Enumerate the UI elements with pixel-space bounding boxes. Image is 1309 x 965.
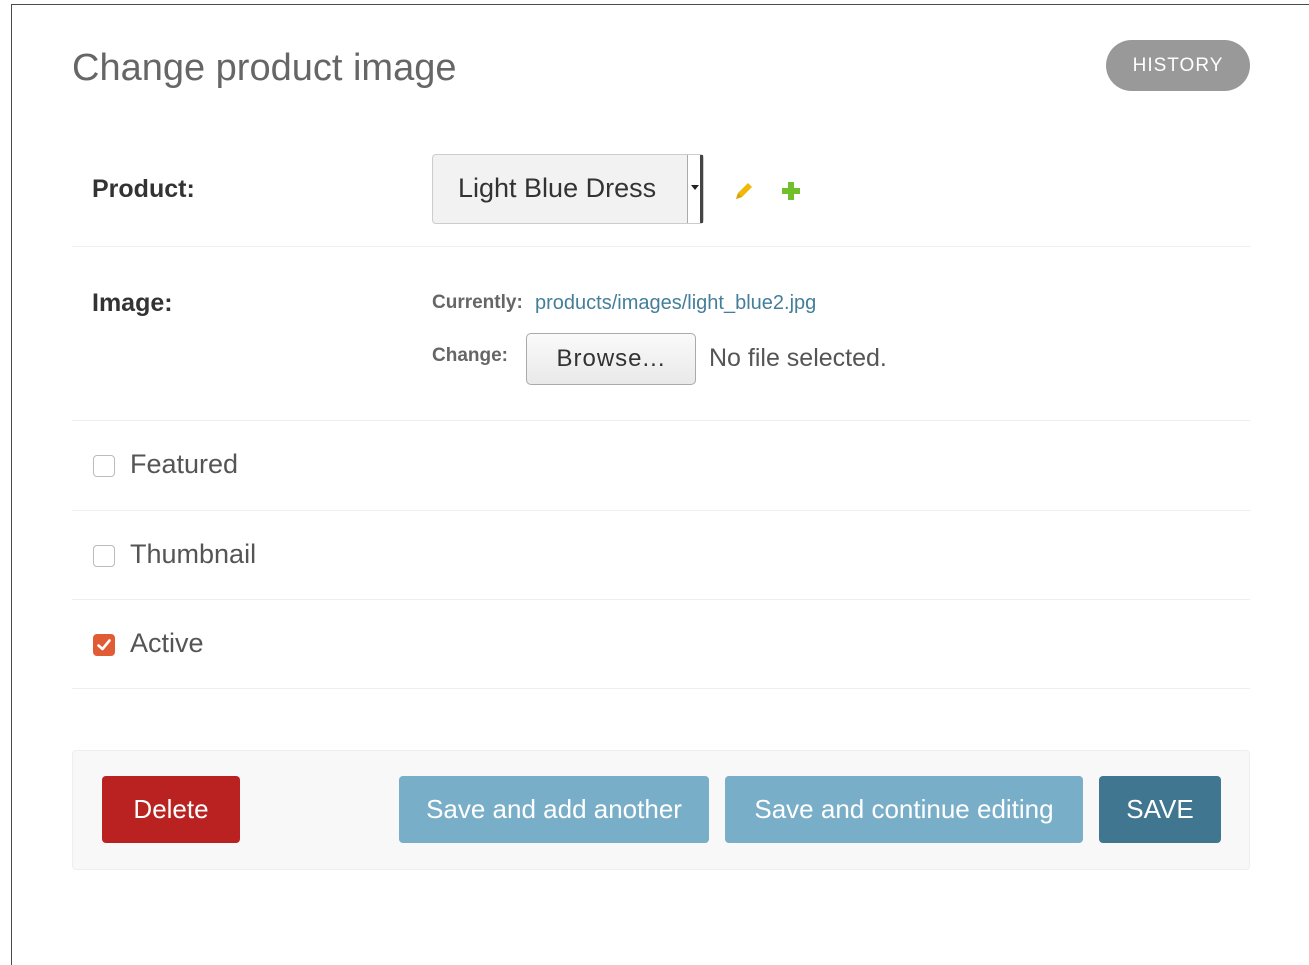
active-checkbox[interactable] [93, 634, 115, 656]
image-label: Image: [92, 289, 173, 317]
thumbnail-label[interactable]: Thumbnail [130, 539, 256, 570]
active-label[interactable]: Active [130, 628, 204, 659]
plus-icon[interactable] [780, 180, 802, 202]
product-label: Product: [92, 175, 195, 203]
product-select-value: Light Blue Dress [458, 173, 657, 203]
currently-label: Currently: [432, 292, 523, 313]
thumbnail-checkbox[interactable] [93, 545, 115, 567]
product-select[interactable]: Light Blue Dress [432, 154, 704, 224]
history-button[interactable]: HISTORY [1106, 40, 1250, 91]
select-arrow-area[interactable] [687, 155, 703, 223]
form-row-product: Product: Light Blue Dress [72, 145, 1250, 247]
no-file-selected-text: No file selected. [709, 344, 887, 372]
page-frame: Change product image HISTORY Product: Li… [11, 4, 1309, 965]
current-file-link[interactable]: products/images/light_blue2.jpg [535, 292, 816, 315]
browse-button[interactable]: Browse... [526, 333, 696, 385]
chevron-down-icon [691, 185, 699, 190]
featured-checkbox[interactable] [93, 455, 115, 477]
pencil-icon[interactable] [732, 179, 756, 203]
save-and-continue-button[interactable]: Save and continue editing [725, 776, 1083, 843]
form-row-image: Image: Currently: products/images/light_… [72, 247, 1250, 421]
delete-button[interactable]: Delete [102, 776, 240, 843]
form-row-featured: Featured [72, 421, 1250, 511]
checkmark-icon [97, 639, 111, 651]
form-row-active: Active [72, 600, 1250, 689]
save-and-add-another-button[interactable]: Save and add another [399, 776, 709, 843]
save-button[interactable]: SAVE [1099, 776, 1221, 843]
change-label: Change: [432, 345, 508, 366]
submit-row: Delete Save and add another Save and con… [72, 750, 1250, 870]
form-row-thumbnail: Thumbnail [72, 511, 1250, 600]
featured-label[interactable]: Featured [130, 449, 238, 480]
page-title: Change product image [72, 47, 457, 89]
